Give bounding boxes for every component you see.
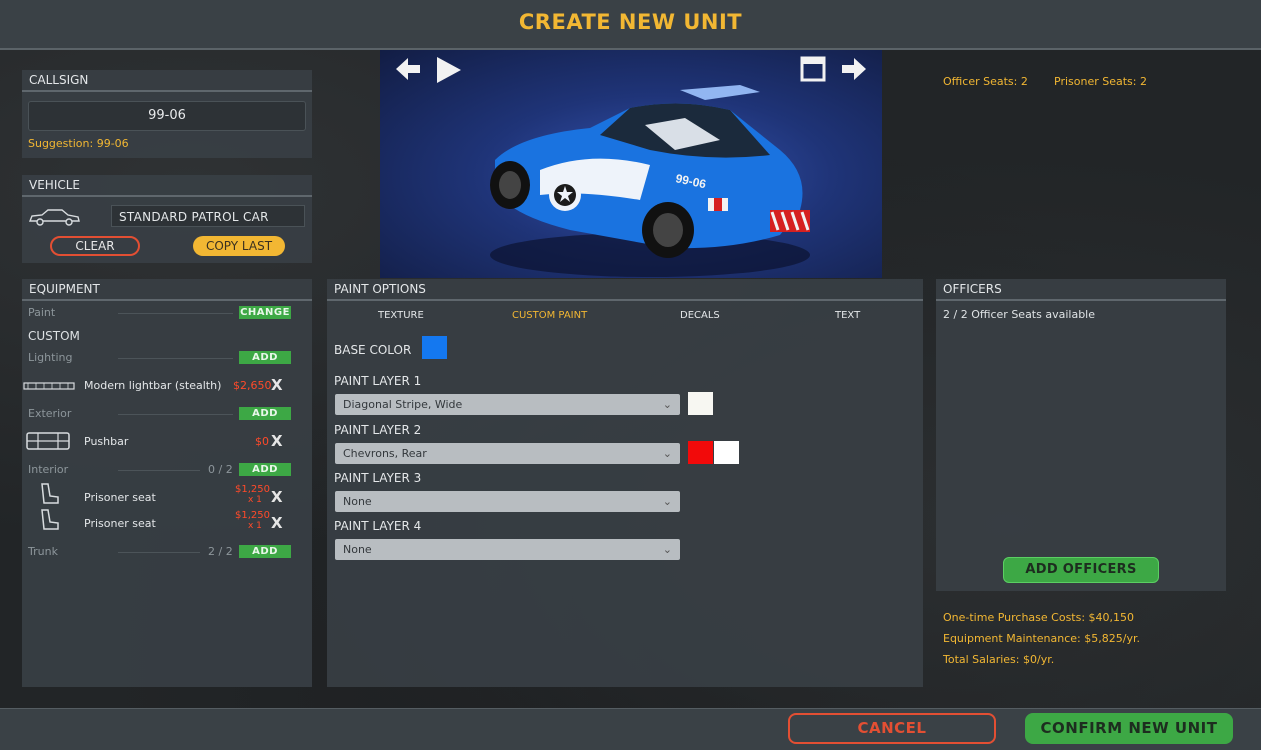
officers-panel: OFFICERS 2 / 2 Officer Seats available A… — [936, 279, 1226, 591]
cancel-label: CANCEL — [857, 719, 927, 737]
confirm-new-unit-button[interactable]: CONFIRM NEW UNIT — [1025, 713, 1233, 744]
vehicle-header: VEHICLE — [22, 175, 312, 197]
add-interior-button[interactable]: ADD — [239, 463, 291, 476]
exterior-divider — [118, 414, 233, 415]
police-car-image: 99-06 — [480, 80, 820, 278]
cancel-button[interactable]: CANCEL — [788, 713, 996, 744]
pushbar-name: Pushbar — [84, 435, 129, 448]
change-paint-button[interactable]: CHANGE — [239, 306, 291, 319]
rotate-right-arrow-icon[interactable] — [840, 56, 868, 86]
seat1-sub: x 1 — [248, 495, 262, 505]
seat2-name: Prisoner seat — [84, 517, 156, 530]
paint-layer-1-select[interactable]: Diagonal Stripe, Wide ⌄ — [335, 394, 680, 415]
paint-layer-2-label: PAINT LAYER 2 — [334, 423, 422, 437]
add-officers-label: ADD OFFICERS — [1025, 562, 1137, 577]
paint-options-header: PAINT OPTIONS — [327, 279, 923, 301]
remove-seat1-button[interactable]: X — [271, 488, 283, 506]
add-lighting-button[interactable]: ADD — [239, 351, 291, 364]
vehicle-name: STANDARD PATROL CAR — [119, 210, 269, 224]
pushbar-icon — [24, 430, 72, 456]
equipment-panel: EQUIPMENT Paint CHANGE CUSTOM Lighting A… — [22, 279, 312, 687]
paint-layer-4-value: None — [343, 543, 372, 556]
chevron-down-icon: ⌄ — [662, 398, 672, 411]
paint-label: Paint — [28, 306, 56, 319]
paint-layer-3-select[interactable]: None ⌄ — [335, 491, 680, 512]
paint-divider — [118, 313, 233, 314]
interior-count: 0 / 2 — [208, 463, 233, 476]
car-icon — [26, 207, 82, 231]
callsign-value: 99-06 — [148, 108, 186, 123]
custom-label: CUSTOM — [28, 329, 80, 343]
remove-seat2-button[interactable]: X — [271, 514, 283, 532]
callsign-input[interactable]: 99-06 — [28, 101, 306, 131]
copy-last-label: COPY LAST — [205, 239, 273, 253]
page-title: CREATE NEW UNIT — [518, 10, 743, 34]
paint-layer-2-select[interactable]: Chevrons, Rear ⌄ — [335, 443, 680, 464]
paint-layer-4-select[interactable]: None ⌄ — [335, 539, 680, 560]
maintenance-cost: Equipment Maintenance: $5,825/yr. — [943, 632, 1140, 645]
lightbar-name: Modern lightbar (stealth) — [84, 379, 222, 392]
tab-decals[interactable]: DECALS — [680, 310, 720, 321]
chevron-down-icon: ⌄ — [662, 495, 672, 508]
interior-divider — [118, 470, 200, 471]
chevron-down-icon: ⌄ — [662, 543, 672, 556]
confirm-label: CONFIRM NEW UNIT — [1040, 719, 1218, 737]
base-color-label: BASE COLOR — [334, 343, 412, 357]
tab-text[interactable]: TEXT — [835, 310, 860, 321]
layer-2-color-swatch-2[interactable] — [714, 441, 739, 464]
callsign-suggestion: Suggestion: 99-06 — [28, 137, 129, 150]
prisoner-seats: Prisoner Seats: 2 — [1054, 75, 1147, 88]
equipment-header: EQUIPMENT — [22, 279, 312, 301]
base-color-swatch[interactable] — [422, 336, 447, 359]
paint-options-panel: PAINT OPTIONS TEXTURE CUSTOM PAINT DECAL… — [327, 279, 923, 687]
paint-layer-3-label: PAINT LAYER 3 — [334, 471, 422, 485]
officers-header: OFFICERS — [936, 279, 1226, 301]
trunk-divider — [118, 552, 200, 553]
callsign-panel: CALLSIGN 99-06 Suggestion: 99-06 — [22, 70, 312, 158]
paint-layer-1-label: PAINT LAYER 1 — [334, 374, 422, 388]
lighting-label: Lighting — [28, 351, 73, 364]
paint-layer-2-value: Chevrons, Rear — [343, 447, 427, 460]
layer-1-color-swatch[interactable] — [688, 392, 713, 415]
title-bar: CREATE NEW UNIT — [0, 0, 1261, 50]
interior-label: Interior — [28, 463, 69, 476]
officer-seats-available: 2 / 2 Officer Seats available — [943, 308, 1096, 321]
clear-label: CLEAR — [75, 239, 115, 253]
rotate-left-arrow-icon[interactable] — [394, 56, 422, 86]
callsign-header: CALLSIGN — [22, 70, 312, 92]
clear-button[interactable]: CLEAR — [50, 236, 140, 256]
officer-seats: Officer Seats: 2 — [943, 75, 1028, 88]
seat-icon — [36, 508, 62, 538]
vehicle-select[interactable]: STANDARD PATROL CAR — [111, 205, 305, 227]
copy-last-button[interactable]: COPY LAST — [193, 236, 285, 256]
add-exterior-button[interactable]: ADD — [239, 407, 291, 420]
layer-2-color-swatch-1[interactable] — [688, 441, 713, 464]
vehicle-panel: VEHICLE STANDARD PATROL CAR CLEAR COPY L… — [22, 175, 312, 263]
trunk-count: 2 / 2 — [208, 545, 233, 558]
pushbar-price: $0 — [255, 435, 269, 448]
seat2-sub: x 1 — [248, 521, 262, 531]
lightbar-price: $2,650 — [233, 379, 272, 392]
seat2-price: $1,250 — [235, 510, 270, 521]
lightbar-icon — [22, 377, 76, 396]
paint-layer-3-value: None — [343, 495, 372, 508]
seat1-price: $1,250 — [235, 484, 270, 495]
paint-layer-4-label: PAINT LAYER 4 — [334, 519, 422, 533]
tab-texture[interactable]: TEXTURE — [378, 310, 424, 321]
add-officers-button[interactable]: ADD OFFICERS — [1003, 557, 1159, 583]
add-trunk-button[interactable]: ADD — [239, 545, 291, 558]
paint-layer-1-value: Diagonal Stripe, Wide — [343, 398, 463, 411]
tab-custom-paint[interactable]: CUSTOM PAINT — [512, 310, 587, 321]
play-icon[interactable] — [435, 56, 463, 88]
remove-lightbar-button[interactable]: X — [271, 376, 283, 394]
remove-pushbar-button[interactable]: X — [271, 432, 283, 450]
trunk-label: Trunk — [28, 545, 58, 558]
chevron-down-icon: ⌄ — [662, 447, 672, 460]
salaries-cost: Total Salaries: $0/yr. — [943, 653, 1055, 666]
lighting-divider — [118, 358, 233, 359]
seat1-name: Prisoner seat — [84, 491, 156, 504]
vehicle-preview[interactable]: 99-06 — [380, 50, 882, 278]
purchase-cost: One-time Purchase Costs: $40,150 — [943, 611, 1135, 624]
exterior-label: Exterior — [28, 407, 72, 420]
